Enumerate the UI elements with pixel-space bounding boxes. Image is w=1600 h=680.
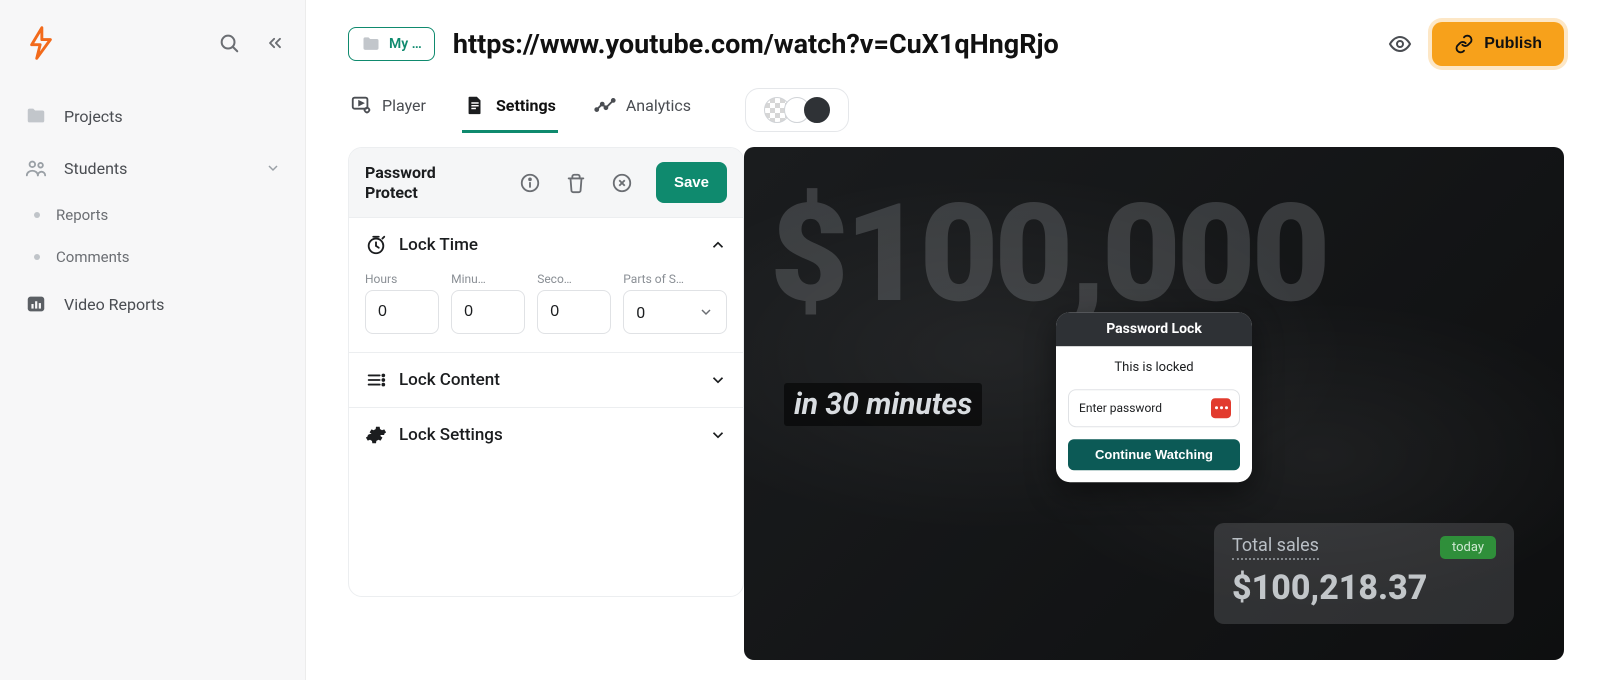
sales-amount: $100,218.37 bbox=[1232, 568, 1496, 608]
section-title: Lock Settings bbox=[399, 425, 503, 445]
player-icon bbox=[350, 94, 372, 116]
lock-time-fields: Hours Minu… Seco… Parts of S… 0 bbox=[349, 272, 743, 352]
folder-icon bbox=[24, 104, 48, 128]
search-icon[interactable] bbox=[217, 31, 241, 55]
tab-settings[interactable]: Settings bbox=[462, 86, 558, 133]
section-title: Lock Time bbox=[399, 235, 478, 255]
video-preview: $100,000 in 30 minutes Total sales today… bbox=[744, 147, 1564, 660]
breadcrumb-chip[interactable]: My … bbox=[348, 27, 435, 61]
chevron-down-icon bbox=[709, 371, 727, 389]
password-lock-dialog: Password Lock This is locked Enter passw… bbox=[1056, 312, 1252, 482]
section-header-lock-settings[interactable]: Lock Settings bbox=[349, 408, 743, 462]
tab-player[interactable]: Player bbox=[348, 86, 428, 133]
people-icon bbox=[24, 156, 48, 180]
info-icon[interactable] bbox=[518, 171, 542, 195]
parts-value: 0 bbox=[636, 303, 645, 322]
field-label: Seco… bbox=[537, 272, 611, 286]
theme-swatches[interactable] bbox=[745, 88, 849, 132]
section-lock-time: Lock Time Hours Minu… Seco… bbox=[349, 218, 743, 353]
trash-icon[interactable] bbox=[564, 171, 588, 195]
sales-card: Total sales today $100,218.37 bbox=[1214, 523, 1514, 624]
dot-icon bbox=[34, 254, 40, 260]
seconds-input[interactable] bbox=[537, 290, 611, 334]
sidebar-item-students[interactable]: Students bbox=[12, 142, 293, 194]
clock-icon bbox=[365, 234, 387, 256]
field-label: Minu… bbox=[451, 272, 525, 286]
password-input[interactable]: Enter password bbox=[1068, 389, 1240, 427]
close-circle-icon[interactable] bbox=[610, 171, 634, 195]
dot-icon bbox=[34, 212, 40, 218]
password-dots-icon bbox=[1211, 398, 1231, 418]
field-minutes: Minu… bbox=[451, 272, 525, 334]
tab-label: Player bbox=[382, 96, 426, 115]
main: My … https://www.youtube.com/watch?v=CuX… bbox=[306, 0, 1600, 680]
list-icon bbox=[365, 369, 387, 391]
preview-eye-icon[interactable] bbox=[1388, 32, 1412, 56]
field-label: Hours bbox=[365, 272, 439, 286]
nav-label: Video Reports bbox=[64, 295, 164, 314]
sidebar-item-comments[interactable]: Comments bbox=[12, 236, 293, 278]
collapse-sidebar-icon[interactable] bbox=[263, 31, 287, 55]
section-lock-content: Lock Content bbox=[349, 353, 743, 408]
continue-watching-button[interactable]: Continue Watching bbox=[1068, 439, 1240, 470]
bar-chart-icon bbox=[24, 292, 48, 316]
chevron-down-icon bbox=[709, 426, 727, 444]
folder-icon bbox=[361, 34, 381, 54]
panel-title: Password Protect bbox=[365, 163, 475, 201]
breadcrumb-label: My … bbox=[389, 36, 422, 52]
tab-analytics[interactable]: Analytics bbox=[592, 86, 693, 133]
save-button[interactable]: Save bbox=[656, 162, 727, 203]
chevron-up-icon bbox=[709, 236, 727, 254]
field-seconds: Seco… bbox=[537, 272, 611, 334]
parts-select[interactable]: 0 bbox=[623, 290, 727, 334]
publish-label: Publish bbox=[1484, 35, 1542, 53]
nav-label: Students bbox=[64, 159, 127, 178]
field-label: Parts of S… bbox=[623, 272, 727, 286]
sales-label: Total sales bbox=[1232, 535, 1319, 560]
sidebar-top bbox=[0, 18, 305, 90]
minutes-input[interactable] bbox=[451, 290, 525, 334]
nav-list: Projects Students Reports Comments bbox=[0, 90, 305, 330]
continue-label: Continue Watching bbox=[1095, 447, 1213, 462]
content-row: Password Protect Save bbox=[306, 133, 1600, 680]
topbar-actions: Publish bbox=[1388, 22, 1564, 66]
app-logo bbox=[24, 26, 58, 60]
lock-dialog-heading: Password Lock bbox=[1056, 312, 1252, 346]
nav-label: Projects bbox=[64, 107, 123, 126]
sidebar-item-projects[interactable]: Projects bbox=[12, 90, 293, 142]
section-lock-settings: Lock Settings bbox=[349, 408, 743, 462]
section-title: Lock Content bbox=[399, 370, 500, 390]
nav-label: Comments bbox=[56, 248, 130, 266]
link-icon bbox=[1454, 34, 1474, 54]
sidebar-item-reports[interactable]: Reports bbox=[12, 194, 293, 236]
swatch-dark[interactable] bbox=[804, 97, 830, 123]
lock-dialog-message: This is locked bbox=[1068, 360, 1240, 375]
chevron-down-icon bbox=[698, 304, 714, 320]
password-placeholder: Enter password bbox=[1079, 401, 1162, 415]
sidebar-item-video-reports[interactable]: Video Reports bbox=[12, 278, 293, 330]
settings-panel: Password Protect Save bbox=[348, 147, 744, 597]
analytics-icon bbox=[594, 94, 616, 116]
tab-label: Settings bbox=[496, 96, 556, 115]
tab-label: Analytics bbox=[626, 96, 691, 115]
chevron-down-icon bbox=[265, 160, 281, 176]
section-header-lock-time[interactable]: Lock Time bbox=[349, 218, 743, 272]
sales-badge: today bbox=[1440, 536, 1496, 559]
sidebar: Projects Students Reports Comments bbox=[0, 0, 306, 680]
field-parts: Parts of S… 0 bbox=[623, 272, 727, 334]
field-hours: Hours bbox=[365, 272, 439, 334]
save-label: Save bbox=[674, 174, 709, 191]
tabs: Player Settings bbox=[306, 74, 1600, 133]
publish-button[interactable]: Publish bbox=[1432, 22, 1564, 66]
preview-big-price: $100,000 bbox=[770, 175, 1326, 334]
topbar: My … https://www.youtube.com/watch?v=CuX… bbox=[306, 0, 1600, 74]
preview-subline: in 30 minutes bbox=[784, 383, 982, 426]
gear-icon bbox=[365, 424, 387, 446]
page-title: https://www.youtube.com/watch?v=CuX1qHng… bbox=[453, 28, 1370, 60]
panel-header: Password Protect Save bbox=[349, 148, 743, 218]
document-icon bbox=[464, 94, 486, 116]
hours-input[interactable] bbox=[365, 290, 439, 334]
section-header-lock-content[interactable]: Lock Content bbox=[349, 353, 743, 407]
nav-label: Reports bbox=[56, 206, 108, 224]
